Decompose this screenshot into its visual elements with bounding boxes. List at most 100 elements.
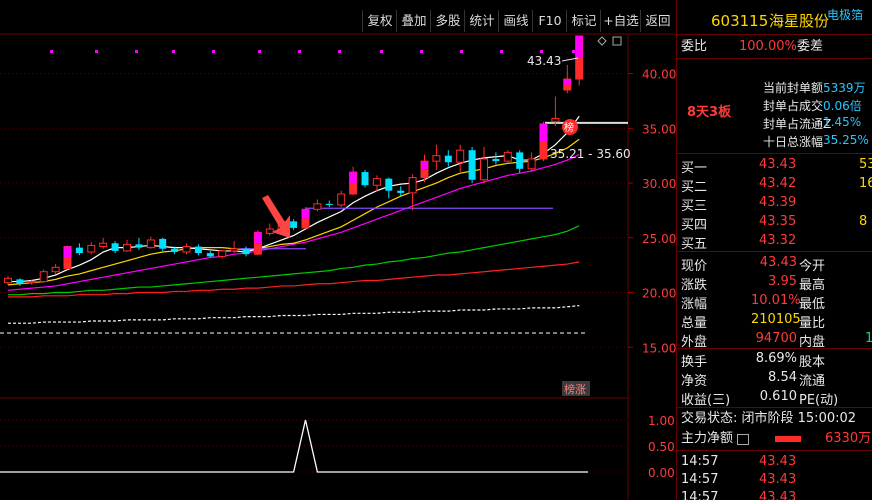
stat-label: PE(动): [799, 393, 839, 408]
candle-body: [361, 172, 369, 186]
quote-value: 1: [865, 331, 872, 346]
quote-label: 最低: [799, 297, 826, 312]
quote-value: 94700: [755, 331, 797, 346]
bang-zhang-text: 榜涨: [564, 382, 586, 396]
candle-body: [87, 244, 96, 253]
candle-body: [230, 248, 239, 252]
limit-up-fill: [64, 246, 71, 258]
bid-volume: 53: [859, 157, 872, 172]
quote-label: 现价: [681, 259, 708, 274]
bid-label: 买一: [681, 161, 708, 176]
list-icon[interactable]: [737, 434, 749, 445]
marker-dot: [420, 50, 423, 53]
range-label: 35.21 - 35.60: [550, 147, 631, 161]
bid-price: 43.35: [759, 214, 797, 229]
order-ratio-label: 委比: [681, 39, 708, 54]
concept-tag[interactable]: 电极箔: [827, 4, 863, 26]
limit-info-value: 0.06倍: [823, 99, 862, 113]
stat-label: 收益(三): [681, 393, 731, 408]
candle-body: [135, 244, 143, 248]
candle-body: [385, 178, 393, 191]
tick-time: 14:57: [681, 472, 719, 487]
limit-up-fill: [575, 57, 583, 80]
stat-label: 换手: [681, 355, 708, 370]
trade-status: 交易状态: 闭市阶段 15:00:02: [677, 410, 872, 428]
candle-body: [516, 152, 524, 169]
toolbar-button[interactable]: 统计: [464, 10, 499, 32]
candle-body: [99, 242, 108, 248]
stat-value: 0.610: [759, 389, 797, 404]
candle-body: [408, 177, 417, 194]
toolbar-button[interactable]: F10: [532, 10, 567, 32]
candle-body: [325, 203, 333, 205]
candle-body: [313, 203, 322, 210]
marker-dot: [258, 50, 261, 53]
stat-value: 8.54: [768, 370, 797, 385]
toolbar-button[interactable]: 画线: [498, 10, 533, 32]
stat-value: 8.69%: [755, 351, 797, 366]
candle-body: [265, 228, 274, 234]
marker-dot: [540, 50, 543, 53]
order-ratio-row: 委比 100.00% 委差: [677, 38, 872, 56]
bid-price: 43.42: [759, 176, 797, 191]
limit-up-fill: [302, 218, 309, 228]
quote-label: 总量: [681, 316, 708, 331]
candle-body: [397, 190, 405, 193]
toolbar-button[interactable]: +自选: [600, 10, 641, 32]
price-axis-label: 40.00: [642, 68, 676, 82]
toolbar-button[interactable]: 返回: [640, 10, 675, 32]
toolbar-button[interactable]: 复权: [362, 10, 397, 32]
toolbar-button[interactable]: 叠加: [396, 10, 431, 32]
candle-body: [492, 158, 500, 162]
bid-price: 43.43: [759, 157, 797, 172]
limit-up-fill: [575, 36, 583, 58]
quote-label: 今开: [799, 259, 826, 274]
layout-icon: [612, 36, 622, 46]
candle-body: [27, 281, 36, 284]
kline-chart[interactable]: 40.00 35.00 30.00 25.00 20.00 15.00 1.00 0.50 0.…: [0, 0, 676, 500]
diamond-icon: [597, 36, 607, 46]
marker-dot: [95, 50, 98, 53]
quote-label: 涨跌: [681, 278, 708, 293]
toolbar-button[interactable]: 多股: [430, 10, 465, 32]
limit-up-fill: [540, 141, 547, 159]
candle-body: [218, 250, 227, 257]
candle-body: [4, 277, 12, 284]
tick-price: 43.43: [759, 472, 797, 487]
main-net-row: 主力净额 6330万: [677, 430, 872, 448]
limit-up-fill: [302, 209, 309, 219]
tick-price: 43.43: [759, 490, 797, 500]
net-bar: [775, 436, 801, 442]
quote-value: 10.01%: [751, 293, 801, 308]
marker-dot: [500, 50, 503, 53]
indicator-axis-label: 0.00: [648, 466, 675, 480]
limit-streak: 8天3板: [687, 105, 732, 120]
limit-info-value: 1.45%: [823, 115, 862, 129]
price-axis-label: 25.00: [642, 232, 676, 246]
max-price-label: 43.43: [527, 54, 561, 68]
candle-body: [16, 279, 24, 284]
bid-volume: 8: [859, 214, 868, 229]
bid-label: 买三: [681, 199, 708, 214]
candle-body: [39, 271, 48, 283]
toolbar-button[interactable]: 标记: [566, 10, 601, 32]
limit-info-label: 封单占流通Z: [763, 117, 832, 131]
limit-info-label: 当前封单额: [763, 81, 824, 95]
order-diff-label: 委差: [797, 39, 824, 54]
price-axis-label: 20.00: [642, 287, 676, 301]
stat-label: 股本: [799, 355, 826, 370]
marker-dot: [212, 50, 215, 53]
limit-up-fill: [349, 172, 357, 184]
limit-up-fill: [563, 79, 571, 85]
ma5-line: [8, 115, 580, 283]
indicator-axis-label: 0.50: [648, 440, 675, 454]
marker-dot: [50, 50, 53, 53]
limit-up-fill: [254, 243, 262, 255]
candle-body: [51, 266, 60, 273]
marker-dot: [572, 50, 575, 53]
main-net-value: 6330万: [825, 431, 872, 446]
stock-name: 海星股份: [769, 12, 830, 30]
limit-up-fill: [349, 183, 357, 194]
marker-dot: [380, 50, 383, 53]
marker-dot: [338, 50, 341, 53]
